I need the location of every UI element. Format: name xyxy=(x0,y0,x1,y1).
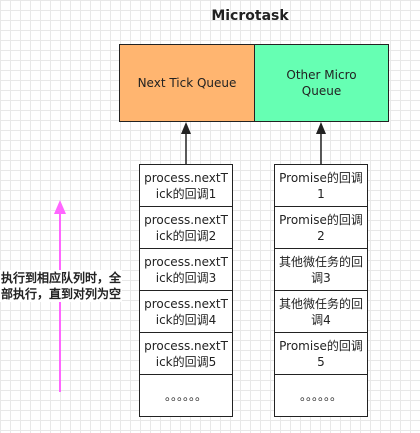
execution-note: 执行到相应队列时，全部执行，直到对列为空 xyxy=(0,270,122,302)
right-up-arrow xyxy=(316,122,326,164)
left-up-arrow xyxy=(181,122,191,164)
arrows-layer xyxy=(54,122,326,392)
